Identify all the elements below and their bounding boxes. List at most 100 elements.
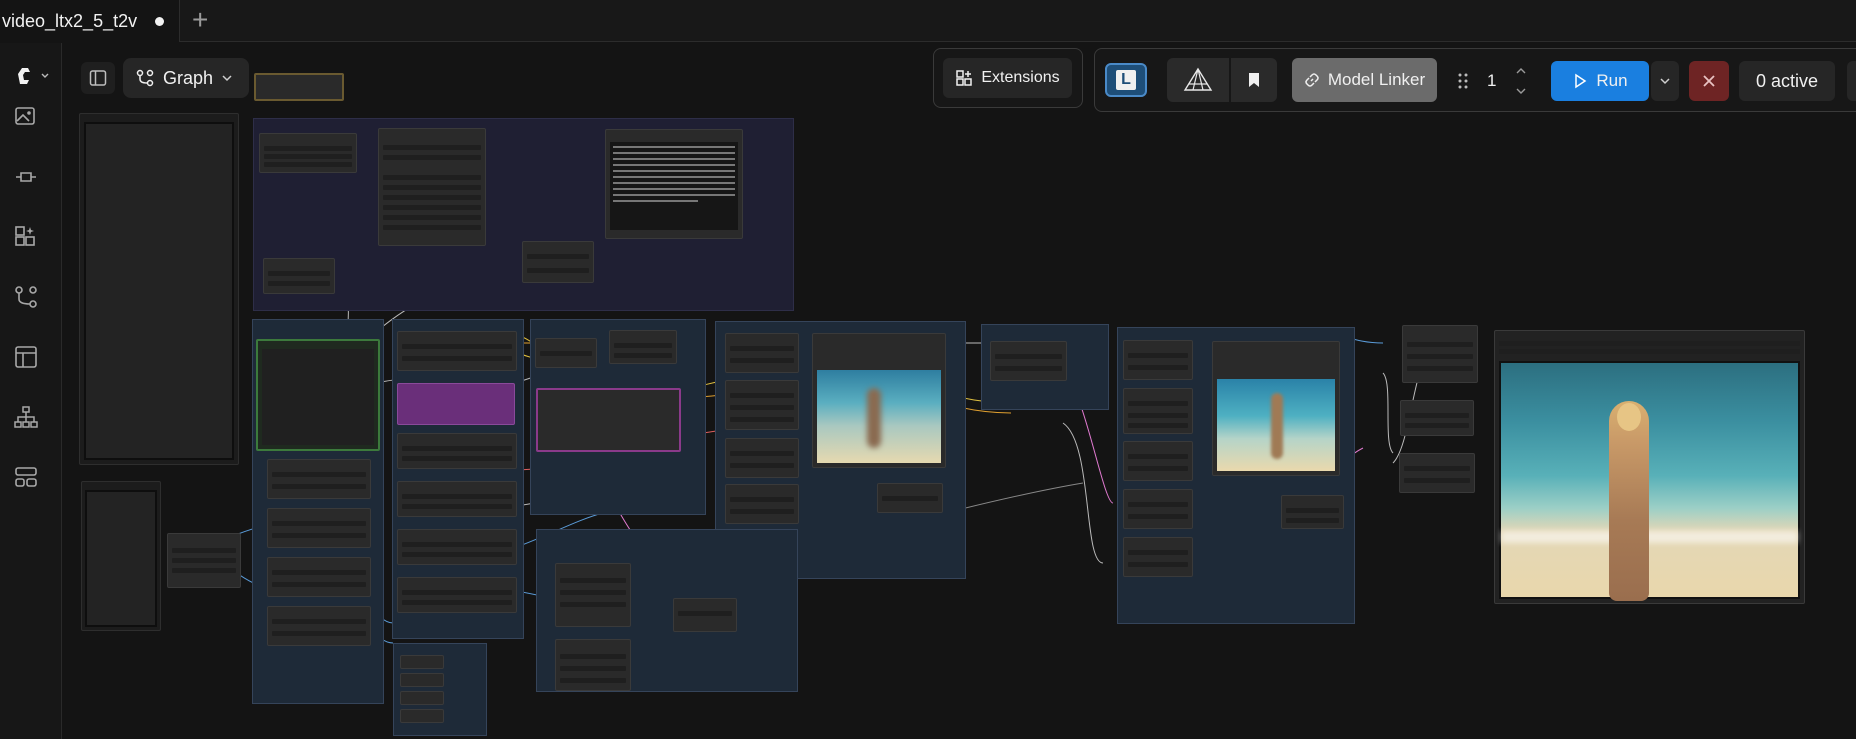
image-panel-node[interactable] [79, 113, 239, 465]
graph-icon [136, 69, 154, 87]
node-widget-c[interactable] [267, 557, 371, 597]
toggle-panel-button[interactable] [81, 62, 115, 94]
node-widget [172, 548, 236, 553]
images-icon[interactable] [12, 103, 40, 131]
node-high-preview[interactable] [1212, 341, 1340, 476]
new-tab-button[interactable]: + [192, 6, 208, 34]
chevron-down-icon [222, 75, 232, 82]
node-conditioning[interactable] [536, 388, 681, 452]
image-panel-preview [84, 122, 234, 460]
node-num-d[interactable] [400, 709, 444, 723]
node-widget-a[interactable] [267, 459, 371, 499]
queue-status-button[interactable]: 0 active [1739, 61, 1835, 101]
node-seed[interactable] [263, 258, 335, 294]
batch-count-stepper[interactable]: 1 [1479, 61, 1529, 101]
low-res-preview-image [817, 370, 941, 463]
node-decode-a[interactable] [1402, 325, 1478, 383]
graph-canvas[interactable] [63, 43, 1856, 739]
left-sidebar [0, 43, 62, 739]
node-low-e[interactable] [877, 483, 943, 513]
increment-icon[interactable] [1515, 65, 1527, 77]
models-icon[interactable] [12, 223, 40, 251]
workflow-tab-title: video_ltx2_5_t2v [2, 10, 138, 31]
node-settings-image[interactable] [256, 339, 380, 451]
node-high-c[interactable] [1123, 441, 1193, 481]
node-model-loader[interactable] [397, 331, 517, 371]
extensions-label: Extensions [981, 69, 1060, 86]
node-widget [172, 558, 236, 563]
play-icon [1575, 73, 1587, 89]
node-model-d[interactable] [397, 529, 517, 565]
node-empty-latent-b[interactable] [555, 639, 631, 691]
node-widget [172, 568, 236, 573]
node-high-a[interactable] [1123, 340, 1193, 380]
prompt-textarea[interactable] [610, 142, 738, 230]
run-options-button[interactable] [1651, 61, 1679, 101]
node-decode-c[interactable] [1399, 453, 1475, 493]
stop-button[interactable] [1689, 61, 1729, 101]
node-model-e[interactable] [397, 577, 517, 613]
mask-panel-node[interactable] [81, 481, 161, 631]
decrement-icon[interactable] [1515, 85, 1527, 97]
nodes-icon[interactable] [12, 163, 40, 191]
model-linker-label: Model Linker [1327, 70, 1426, 89]
pyramid-icon [1183, 67, 1213, 91]
node-model-c[interactable] [397, 481, 517, 517]
bookmark-button[interactable] [1231, 58, 1277, 102]
node-low-b[interactable] [725, 380, 799, 430]
model-linker-button[interactable]: Model Linker [1292, 58, 1437, 102]
node-sampler-a[interactable] [535, 338, 597, 368]
graph-mode-label: Graph [163, 67, 214, 88]
l-badge-button[interactable]: L [1105, 63, 1147, 97]
node-model-b[interactable] [397, 433, 517, 469]
node-video-output[interactable] [1494, 330, 1805, 604]
node-low-d[interactable] [725, 484, 799, 524]
graph-mode-button[interactable]: Graph [123, 58, 249, 98]
node-high-b[interactable] [1123, 388, 1193, 434]
pyramid-button[interactable] [1167, 58, 1229, 102]
node-clip[interactable] [378, 128, 486, 246]
comfy-logo-menu[interactable] [14, 65, 50, 87]
unsaved-dot-icon [155, 16, 165, 26]
node-high-d[interactable] [1123, 489, 1193, 529]
node-low-a[interactable] [725, 333, 799, 373]
drag-handle-icon[interactable] [1457, 71, 1469, 91]
node-decode-b[interactable] [1400, 400, 1474, 436]
node-num-c[interactable] [400, 691, 444, 705]
layout-icon[interactable] [12, 463, 40, 491]
extensions-group: Extensions [933, 48, 1083, 108]
overflow-button[interactable] [1847, 61, 1856, 101]
extensions-icon [956, 70, 973, 86]
node-widget-d[interactable] [267, 606, 371, 646]
node-low-preview[interactable] [812, 333, 946, 468]
node-low-c[interactable] [725, 438, 799, 478]
node-high-e[interactable] [1123, 537, 1193, 577]
node-widget-b[interactable] [267, 508, 371, 548]
extensions-button[interactable]: Extensions [943, 58, 1072, 98]
templates-icon[interactable] [12, 343, 40, 371]
tab-bar: video_ltx2_5_t2v + [0, 0, 1856, 42]
node-sampler-b[interactable] [609, 330, 677, 364]
chevron-down-icon [41, 73, 49, 78]
run-label: Run [1596, 71, 1628, 90]
node-latent-upscale[interactable] [990, 341, 1067, 381]
node-num-b[interactable] [400, 673, 444, 687]
run-button[interactable]: Run [1551, 61, 1649, 101]
node-prompt-text[interactable] [605, 129, 743, 239]
node-empty-latent-a[interactable] [555, 563, 631, 627]
node-lora[interactable] [397, 383, 515, 425]
node-collapsed-note[interactable] [254, 73, 344, 101]
video-output-preview [1499, 361, 1800, 601]
node-loader[interactable] [259, 133, 357, 173]
mask-panel-preview [85, 490, 157, 627]
workflows-icon[interactable] [12, 283, 40, 311]
small-node[interactable] [167, 533, 241, 588]
node-empty-latent-c[interactable] [673, 598, 737, 632]
workflow-tab[interactable]: video_ltx2_5_t2v [0, 0, 180, 42]
node-high-f[interactable] [1281, 495, 1344, 529]
hierarchy-icon[interactable] [12, 403, 40, 431]
comfy-app: video_ltx2_5_t2v + Graph Extensions L Mo… [0, 0, 1856, 739]
node-text-concat[interactable] [522, 241, 594, 283]
node-num-a[interactable] [400, 655, 444, 669]
l-badge-label: L [1116, 70, 1136, 90]
